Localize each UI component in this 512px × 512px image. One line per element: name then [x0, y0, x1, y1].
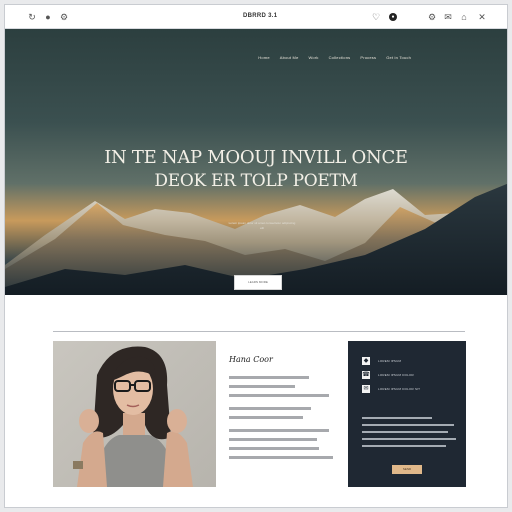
contact-row-phone: ☎ LOREM IPSUM DOLOR	[362, 371, 414, 379]
bio-text-line	[229, 376, 309, 379]
contact-row-location: ◆ LOREM IPSUM	[362, 357, 401, 365]
hero-subheadline: DEOK ER TOLP POETM	[154, 171, 358, 191]
profile-photo	[53, 341, 216, 487]
contact-text-line	[362, 438, 456, 440]
user-icon[interactable]: ●	[389, 13, 397, 21]
bookmark-icon[interactable]: ⌂	[459, 12, 469, 22]
contact-text-line	[362, 424, 454, 426]
contact-send-button[interactable]: SEND	[392, 465, 422, 474]
bio-text-line	[229, 438, 317, 441]
nav-item-about[interactable]: About Me	[280, 55, 299, 60]
portrait-illustration	[73, 346, 193, 487]
hero-headline: IN TE NAP MOOUJ INVILL ONCE	[104, 147, 408, 168]
section-divider	[53, 331, 465, 332]
page-frame: ↻ ● ⚙ DBRRD 3.1 ♡ ● ⚙ ✉ ⌂ ✕ Home About M…	[4, 4, 508, 508]
hero-nav: Home About Me Work Collections Process G…	[258, 55, 411, 60]
bio-text-line	[229, 429, 329, 432]
close-icon[interactable]: ✕	[477, 12, 487, 22]
gear-icon[interactable]: ⚙	[427, 12, 437, 22]
contact-text-line	[362, 417, 432, 419]
nav-item-home[interactable]: Home	[258, 55, 269, 60]
heart-icon[interactable]: ♡	[371, 12, 381, 22]
settings-icon[interactable]: ⚙	[59, 12, 69, 22]
contact-text-line	[362, 445, 446, 447]
mail-icon[interactable]: ✉	[443, 12, 453, 22]
contact-panel: ◆ LOREM IPSUM ☎ LOREM IPSUM DOLOR ✉ LORE…	[348, 341, 466, 487]
contact-row-email: ✉ LOREM IPSUM DOLOR SIT	[362, 385, 420, 393]
site-brand[interactable]: DBRRD 3.1	[243, 13, 277, 19]
bio-text-line	[229, 416, 303, 419]
circle-icon[interactable]: ●	[43, 12, 53, 22]
refresh-icon[interactable]: ↻	[27, 12, 37, 22]
bio-text-line	[229, 407, 311, 410]
nav-item-collections[interactable]: Collections	[329, 55, 351, 60]
hero-section: Home About Me Work Collections Process G…	[5, 29, 507, 295]
pin-icon: ◆	[362, 357, 370, 365]
bio-text-line	[229, 456, 333, 459]
bio-text-line	[229, 394, 329, 397]
contact-phone-text: LOREM IPSUM DOLOR	[378, 373, 414, 377]
mail-icon: ✉	[362, 385, 370, 393]
nav-item-process[interactable]: Process	[360, 55, 376, 60]
hero-subtext: Lorem ipsum dolor sit amet consectetur a…	[228, 221, 296, 230]
bio-text-line	[229, 447, 319, 450]
contact-description	[362, 417, 456, 452]
bio-text-line	[229, 385, 295, 388]
contact-text-line	[362, 431, 448, 433]
browser-toolbar: ↻ ● ⚙ DBRRD 3.1 ♡ ● ⚙ ✉ ⌂ ✕	[5, 5, 507, 29]
bio-section: Hana Coor	[229, 355, 341, 465]
phone-icon: ☎	[362, 371, 370, 379]
bio-title: Hana Coor	[229, 355, 273, 364]
hero-cta-button[interactable]: LEARN MORE	[234, 275, 282, 290]
contact-location-text: LOREM IPSUM	[378, 359, 402, 363]
nav-item-contact[interactable]: Get in Touch	[386, 55, 411, 60]
contact-email-text: LOREM IPSUM DOLOR SIT	[378, 387, 421, 391]
nav-item-work[interactable]: Work	[309, 55, 319, 60]
